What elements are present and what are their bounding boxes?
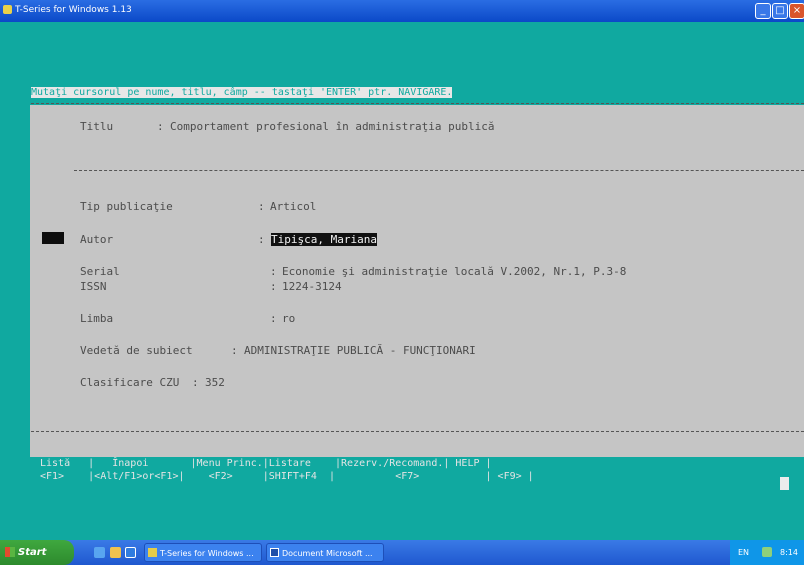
media-icon[interactable]	[125, 547, 136, 558]
taskbar-item-label: T-Series for Windows ...	[160, 549, 254, 558]
issn-label: ISSN	[80, 280, 107, 293]
windows-flag-icon	[5, 547, 15, 557]
type-label: Tip publicaţie	[80, 200, 173, 213]
word-icon	[270, 548, 279, 557]
function-key-shortcuts[interactable]: <F1> |<Alt/F1>or<F1>| <F2> |SHIFT+F4 | <…	[40, 471, 534, 482]
classification-value[interactable]: 352	[205, 376, 225, 389]
serial-separator: :	[270, 265, 277, 278]
title-label: Titlu	[80, 120, 114, 133]
tseries-icon	[148, 548, 157, 557]
title-value[interactable]: Comportament profesional în administraţi…	[170, 120, 495, 133]
tray-icon[interactable]	[762, 547, 772, 557]
subject-separator: :	[231, 344, 238, 357]
issn-separator: :	[270, 280, 277, 293]
taskbar-item-word[interactable]: Document Microsoft ...	[266, 543, 384, 562]
record-panel	[30, 105, 804, 457]
bottom-divider	[31, 431, 804, 432]
issn-value[interactable]: 1224-3124	[282, 280, 342, 293]
type-separator: :	[258, 200, 265, 213]
classification-separator: :	[192, 376, 199, 389]
author-value[interactable]: Tipişca, Mariana	[271, 233, 377, 246]
function-key-labels[interactable]: Listă | Înapoi |Menu Princ.|Listare |Rez…	[40, 458, 492, 469]
browser-icon[interactable]	[110, 547, 121, 558]
start-label: Start	[18, 547, 47, 558]
clock[interactable]: 8:14	[780, 548, 798, 557]
window-title: T-Series for Windows 1.13	[15, 5, 132, 15]
record-divider	[74, 170, 804, 171]
author-label: Autor	[80, 233, 114, 246]
maximize-button[interactable]: □	[772, 3, 788, 19]
taskbar-item-label: Document Microsoft ...	[282, 549, 373, 558]
navigation-prompt-text: Mutaţi cursorul pe nume, titlu, câmp -- …	[31, 87, 453, 98]
classification-label: Clasificare CZU	[80, 376, 180, 389]
title-separator: :	[157, 120, 164, 133]
top-divider	[31, 103, 804, 104]
serial-value[interactable]: Economie şi administraţie locală V.2002,…	[282, 265, 626, 278]
author-separator: :	[258, 233, 265, 246]
taskbar: Start T-Series for Windows ... Document …	[0, 540, 804, 565]
close-button[interactable]: ×	[789, 3, 804, 19]
desktop-icon[interactable]	[94, 547, 105, 558]
language-label: Limba	[80, 312, 114, 325]
text-cursor	[780, 477, 789, 490]
minimize-button[interactable]: _	[755, 3, 771, 19]
subject-label: Vedetă de subiect	[80, 344, 193, 357]
subject-value[interactable]: ADMINISTRAŢIE PUBLICĂ - FUNCŢIONARI	[244, 344, 476, 357]
start-button[interactable]: Start	[0, 540, 74, 565]
language-indicator[interactable]: EN	[738, 548, 749, 557]
system-tray: EN 8:14	[730, 540, 804, 565]
taskbar-item-tseries[interactable]: T-Series for Windows ...	[144, 543, 262, 562]
language-value[interactable]: ro	[282, 312, 295, 325]
navigation-prompt: Mutaţi cursorul pe nume, titlu, câmp -- …	[31, 87, 453, 98]
app-icon	[3, 5, 12, 14]
window-title-bar[interactable]: T-Series for Windows 1.13 _ □ ×	[0, 0, 804, 22]
serial-label: Serial	[80, 265, 120, 278]
type-value[interactable]: Articol	[270, 200, 316, 213]
language-separator: :	[270, 312, 277, 325]
cursor-marker	[42, 232, 64, 244]
